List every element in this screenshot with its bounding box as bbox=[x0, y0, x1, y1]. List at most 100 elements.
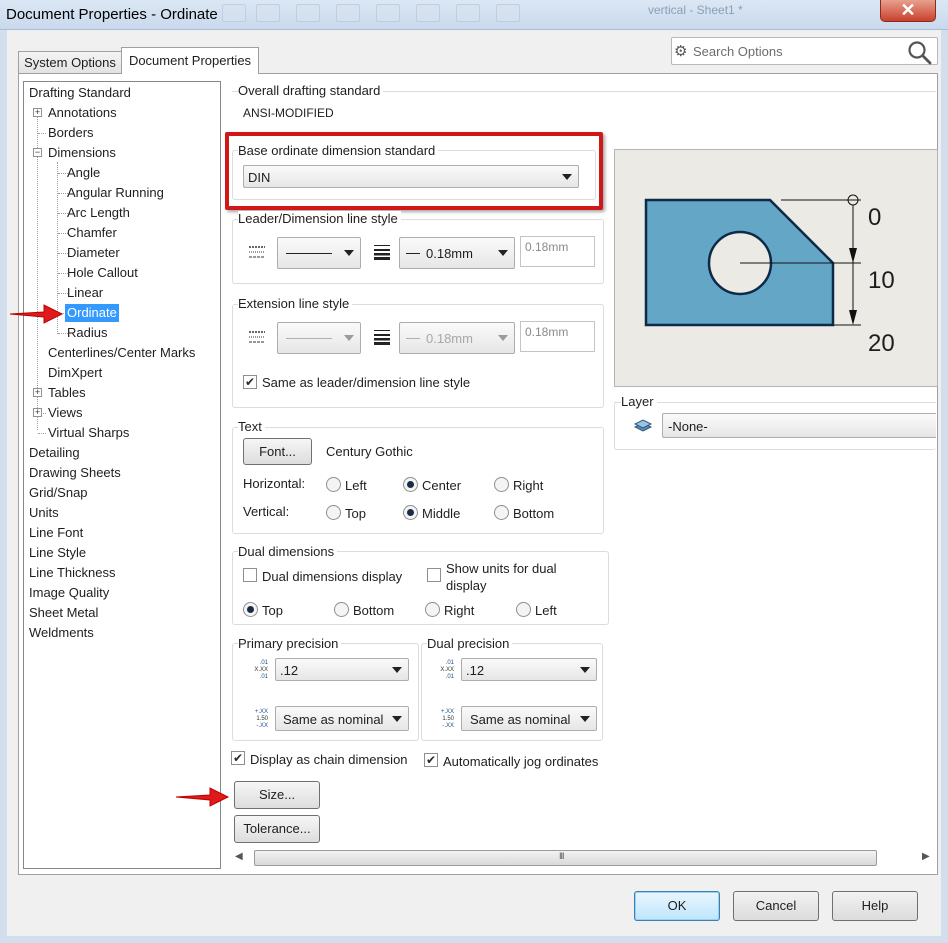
chevron-down-icon bbox=[344, 250, 354, 256]
tree-item-views[interactable]: Views bbox=[48, 404, 82, 422]
tree-item-arc-length[interactable]: Arc Length bbox=[67, 204, 130, 222]
dual-display-checkbox[interactable] bbox=[243, 568, 257, 582]
expand-icon[interactable]: + bbox=[33, 388, 42, 397]
tree-item-virtual-sharps[interactable]: Virtual Sharps bbox=[48, 424, 129, 442]
tree-item-dimxpert[interactable]: DimXpert bbox=[48, 364, 102, 382]
expand-icon[interactable]: + bbox=[33, 408, 42, 417]
horizontal-left-radio[interactable] bbox=[326, 477, 341, 492]
close-button[interactable]: ✕ bbox=[880, 0, 936, 22]
tree-item-ordinate[interactable]: Ordinate bbox=[65, 304, 119, 322]
layer-value: -None- bbox=[668, 419, 708, 434]
dual-right-radio[interactable] bbox=[425, 602, 440, 617]
gear-icon: ⚙ bbox=[674, 43, 688, 60]
precision-icon-text: .01 bbox=[259, 660, 268, 666]
tree-item-centerlines[interactable]: Centerlines/Center Marks bbox=[48, 344, 195, 362]
dual-tolerance-dropdown[interactable]: Same as nominal bbox=[461, 706, 597, 731]
ghost-toolbar-icon bbox=[496, 4, 520, 22]
tree-item-tables[interactable]: Tables bbox=[48, 384, 86, 402]
leader-thickness-field[interactable]: 0.18mm bbox=[520, 236, 595, 267]
tree-item-chamfer[interactable]: Chamfer bbox=[67, 224, 117, 242]
tree-item-diameter[interactable]: Diameter bbox=[67, 244, 120, 262]
line-thickness-icon bbox=[374, 245, 390, 260]
options-tree[interactable]: Drafting Standard + Annotations Borders … bbox=[23, 81, 221, 869]
tree-item-line-thickness[interactable]: Line Thickness bbox=[29, 564, 115, 582]
scroll-left-icon[interactable]: ◀ bbox=[235, 851, 243, 862]
tree-item-annotations[interactable]: Annotations bbox=[48, 104, 117, 122]
cancel-button[interactable]: Cancel bbox=[733, 891, 819, 921]
overall-standard-value: ANSI-MODIFIED bbox=[243, 106, 334, 120]
size-button[interactable]: Size... bbox=[234, 781, 320, 809]
expand-icon[interactable]: + bbox=[33, 108, 42, 117]
tree-item-grid-snap[interactable]: Grid/Snap bbox=[29, 484, 88, 502]
font-button[interactable]: Font... bbox=[243, 438, 312, 465]
extension-line-style-dropdown[interactable] bbox=[277, 322, 361, 354]
thickness-line-preview bbox=[406, 253, 420, 254]
search-icon[interactable] bbox=[906, 39, 934, 67]
tree-item-weldments[interactable]: Weldments bbox=[29, 624, 94, 642]
help-button[interactable]: Help bbox=[832, 891, 918, 921]
extension-thickness-dropdown[interactable]: 0.18mm bbox=[399, 322, 515, 354]
tree-item-angle[interactable]: Angle bbox=[67, 164, 100, 182]
primary-tolerance-dropdown[interactable]: Same as nominal bbox=[275, 706, 409, 731]
scrollbar-thumb[interactable]: III bbox=[254, 850, 877, 866]
precision-icon-text: .01 bbox=[445, 674, 454, 680]
ordinate-label-10: 10 bbox=[868, 267, 895, 294]
vertical-top-radio[interactable] bbox=[326, 505, 341, 520]
precision-icon-text: +.XX bbox=[440, 709, 454, 715]
layer-dropdown[interactable]: -None- bbox=[662, 413, 936, 438]
tree-item-line-font[interactable]: Line Font bbox=[29, 524, 83, 542]
tree-item-angular-running[interactable]: Angular Running bbox=[67, 184, 164, 202]
vertical-top-label: Top bbox=[345, 506, 366, 521]
layer-icon bbox=[633, 419, 653, 432]
precision-icon-text: 1.50 bbox=[256, 716, 268, 722]
show-units-checkbox[interactable] bbox=[427, 568, 441, 582]
dual-precision-dropdown[interactable]: .12 bbox=[461, 658, 597, 681]
tree-item-linear[interactable]: Linear bbox=[67, 284, 103, 302]
tab-document-properties[interactable]: Document Properties bbox=[121, 47, 259, 74]
tree-item-units[interactable]: Units bbox=[29, 504, 59, 522]
extension-thickness-field[interactable]: 0.18mm bbox=[520, 321, 595, 352]
tree-item-dimensions[interactable]: Dimensions bbox=[48, 144, 116, 162]
tree-item-borders[interactable]: Borders bbox=[48, 124, 94, 142]
horizontal-center-radio[interactable] bbox=[403, 477, 418, 492]
tree-item-line-style[interactable]: Line Style bbox=[29, 544, 86, 562]
scroll-right-icon[interactable]: ▶ bbox=[922, 851, 930, 862]
precision-icon-text: -.XX bbox=[256, 723, 268, 729]
dual-bottom-radio[interactable] bbox=[334, 602, 349, 617]
horizontal-scrollbar[interactable]: ◀ III ▶ bbox=[232, 849, 936, 867]
tree-item-radius[interactable]: Radius bbox=[67, 324, 107, 342]
search-input[interactable]: ⚙ Search Options bbox=[671, 37, 938, 65]
horizontal-right-radio[interactable] bbox=[494, 477, 509, 492]
tree-item-image-quality[interactable]: Image Quality bbox=[29, 584, 109, 602]
primary-precision-dropdown[interactable]: .12 bbox=[275, 658, 409, 681]
tab-system-options[interactable]: System Options bbox=[18, 51, 122, 73]
auto-jog-label: Automatically jog ordinates bbox=[443, 754, 599, 769]
precision-icon-text: +.XX bbox=[254, 709, 268, 715]
ghost-toolbar-icon bbox=[336, 4, 360, 22]
tree-item-drafting-standard[interactable]: Drafting Standard bbox=[29, 84, 131, 102]
solid-line-preview bbox=[286, 338, 332, 339]
chain-dimension-checkbox[interactable]: ✔ bbox=[231, 751, 245, 765]
extension-style-label: Extension line style bbox=[238, 296, 353, 311]
leader-line-style-dropdown[interactable] bbox=[277, 237, 361, 269]
ghost-toolbar-icon bbox=[376, 4, 400, 22]
tree-item-sheet-metal[interactable]: Sheet Metal bbox=[29, 604, 98, 622]
ghost-toolbar-icon bbox=[256, 4, 280, 22]
auto-jog-checkbox[interactable]: ✔ bbox=[424, 753, 438, 767]
tree-item-drawing-sheets[interactable]: Drawing Sheets bbox=[29, 464, 121, 482]
collapse-icon[interactable]: − bbox=[33, 148, 42, 157]
tree-item-hole-callout[interactable]: Hole Callout bbox=[67, 264, 138, 282]
ok-button[interactable]: OK bbox=[634, 891, 720, 921]
dual-left-radio[interactable] bbox=[516, 602, 531, 617]
dual-top-radio[interactable] bbox=[243, 602, 258, 617]
same-as-leader-checkbox[interactable]: ✔ bbox=[243, 375, 257, 389]
dual-precision-value: .12 bbox=[466, 663, 485, 678]
vertical-middle-radio[interactable] bbox=[403, 505, 418, 520]
tolerance-button[interactable]: Tolerance... bbox=[234, 815, 320, 843]
tree-item-detailing[interactable]: Detailing bbox=[29, 444, 80, 462]
precision-icon-text: 1.50 bbox=[442, 716, 454, 722]
ghost-toolbar-icon bbox=[416, 4, 440, 22]
dual-top-label: Top bbox=[262, 603, 283, 618]
leader-thickness-dropdown[interactable]: 0.18mm bbox=[399, 237, 515, 269]
vertical-bottom-radio[interactable] bbox=[494, 505, 509, 520]
